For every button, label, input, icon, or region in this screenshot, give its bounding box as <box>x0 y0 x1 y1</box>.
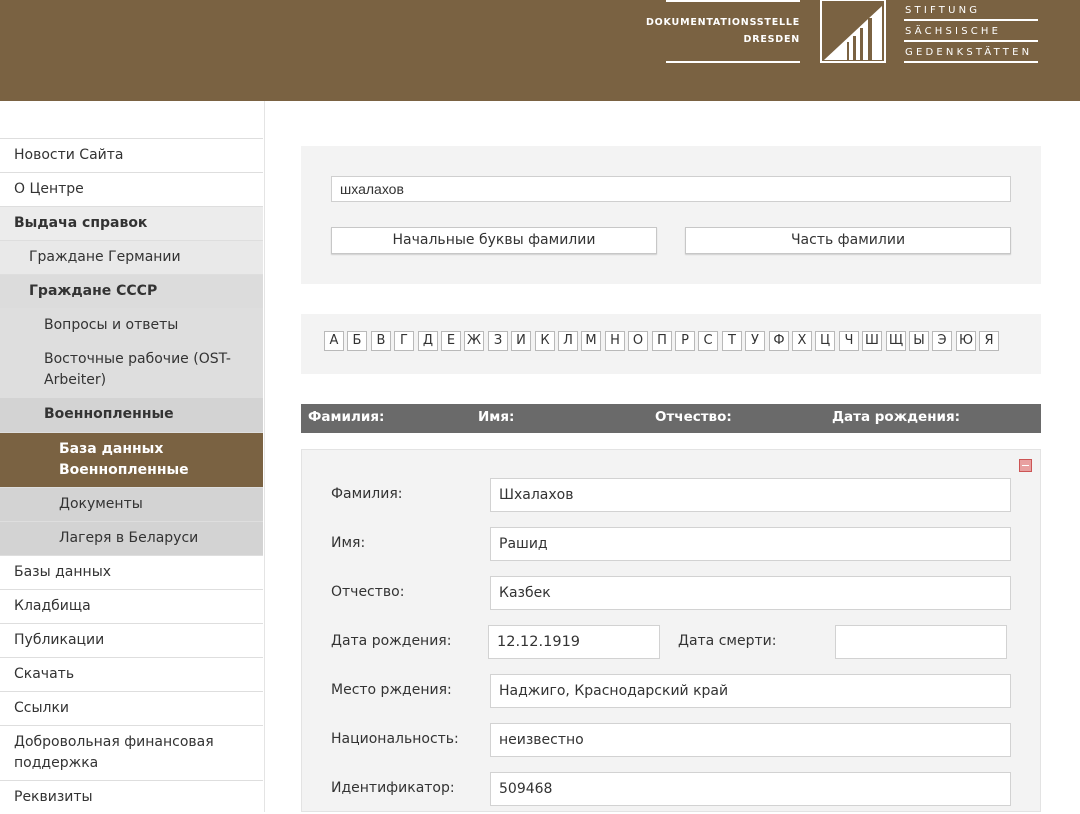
alphabet-letter-button[interactable]: М <box>581 331 601 351</box>
sidebar-item-databases[interactable]: Базы данных <box>0 555 263 589</box>
identifier-label: Идентификатор: <box>331 780 455 796</box>
surname-value: Шхалахов <box>490 478 1011 512</box>
alphabet-letter-button[interactable]: Х <box>792 331 812 351</box>
logo-rule <box>666 0 800 2</box>
alphabet-letter-button[interactable]: У <box>745 331 765 351</box>
alphabet-letter-button[interactable]: Н <box>605 331 625 351</box>
col-surname: Фамилия: <box>308 409 385 425</box>
alphabet-letter-button[interactable]: Ч <box>839 331 859 351</box>
alphabet-letter-button[interactable]: Р <box>675 331 695 351</box>
deathdate-label: Дата смерти: <box>678 633 777 649</box>
sidebar-item-downloads[interactable]: Скачать <box>0 657 263 691</box>
nationality-value: неизвестно <box>490 723 1011 757</box>
results-header: Фамилия: Имя: Отчество: Дата рождения: <box>301 404 1041 433</box>
alphabet-letter-button[interactable]: З <box>488 331 508 351</box>
alphabet-letter-button[interactable]: Г <box>394 331 414 351</box>
logo-rule <box>904 61 1038 63</box>
alphabet-letter-button[interactable]: С <box>698 331 718 351</box>
alphabet-letter-button[interactable]: Ж <box>464 331 484 351</box>
sidebar-item-about[interactable]: О Центре <box>0 172 263 206</box>
alphabet-letter-button[interactable]: Ф <box>769 331 789 351</box>
birthdate-label: Дата рождения: <box>331 633 452 649</box>
alphabet-letter-button[interactable]: Ы <box>909 331 929 351</box>
col-name: Имя: <box>478 409 515 425</box>
col-patronymic: Отчество: <box>655 409 732 425</box>
birthplace-value: Наджиго, Краснодарский край <box>490 674 1011 708</box>
alphabet-letter-button[interactable]: Я <box>979 331 999 351</box>
alphabet-letter-button[interactable]: О <box>628 331 648 351</box>
foundation-line1: STIFTUNG <box>905 5 981 16</box>
sidebar-item-certificates[interactable]: Выдача справок <box>0 206 263 240</box>
sidebar-item-donations[interactable]: Добровольная финансовая поддержка <box>0 725 263 780</box>
sidebar-item-belarus-camps[interactable]: Лагеря в Беларуси <box>0 521 263 555</box>
sidebar-item-links[interactable]: Ссылки <box>0 691 263 725</box>
sidebar-item-news[interactable]: Новости Сайта <box>0 138 263 172</box>
alphabet-letter-button[interactable]: Т <box>722 331 742 351</box>
foundation-line2: SÄCHSISCHE <box>905 26 1002 37</box>
sidebar-item-ussr-citizens[interactable]: Граждане СССР <box>0 274 263 308</box>
sidebar-item-documents[interactable]: Документы <box>0 487 263 521</box>
alphabet-letter-button[interactable]: Э <box>932 331 952 351</box>
alphabet-letter-button[interactable]: Б <box>347 331 367 351</box>
alphabet-letter-button[interactable]: Ц <box>815 331 835 351</box>
alphabet-letter-button[interactable]: Щ <box>886 331 906 351</box>
name-label: Имя: <box>331 535 366 551</box>
sidebar-item-publications[interactable]: Публикации <box>0 623 263 657</box>
foundation-line3: GEDENKSTÄTTEN <box>905 47 1033 58</box>
site-header: DOKUMENTATIONSSTELLE DRESDEN STIFTUNG SÄ… <box>0 0 1080 101</box>
col-birthdate: Дата рождения: <box>832 409 961 425</box>
logo-rule <box>666 61 800 63</box>
alphabet-letter-button[interactable]: Е <box>441 331 461 351</box>
collapse-icon[interactable] <box>1019 459 1032 472</box>
search-part-of-surname-button[interactable]: Часть фамилии <box>685 227 1011 254</box>
alphabet-letter-button[interactable]: К <box>535 331 555 351</box>
identifier-value: 509468 <box>490 772 1011 806</box>
search-initial-letters-button[interactable]: Начальные буквы фамилии <box>331 227 657 254</box>
birthplace-label: Место рждения: <box>331 682 452 698</box>
nationality-label: Национальность: <box>331 731 459 747</box>
alphabet-letter-button[interactable]: П <box>652 331 672 351</box>
birthdate-value: 12.12.1919 <box>488 625 660 659</box>
alphabet-letter-button[interactable]: В <box>371 331 391 351</box>
sidebar-item-cemeteries[interactable]: Кладбища <box>0 589 263 623</box>
patronymic-label: Отчество: <box>331 584 405 600</box>
alphabet-letter-button[interactable]: Ш <box>862 331 882 351</box>
name-value: Рашид <box>490 527 1011 561</box>
search-panel <box>301 146 1041 284</box>
patronymic-value: Казбек <box>490 576 1011 610</box>
doc-center-line1: DOKUMENTATIONSSTELLE <box>646 17 800 28</box>
alphabet-letter-button[interactable]: Ю <box>956 331 976 351</box>
sidebar-item-ost-arbeiter[interactable]: Восточные рабочие (OST-Arbeiter) <box>0 342 263 397</box>
alphabet-letter-button[interactable]: Д <box>418 331 438 351</box>
sidebar-item-bank-details[interactable]: Реквизиты <box>0 780 263 814</box>
sidebar-item-germany-citizens[interactable]: Граждане Германии <box>0 240 263 274</box>
surname-label: Фамилия: <box>331 486 403 502</box>
alphabet-letter-button[interactable]: А <box>324 331 344 351</box>
stiftung-logo-icon[interactable] <box>820 0 886 64</box>
doc-center-line2: DRESDEN <box>743 34 800 45</box>
sidebar-item-pow-database[interactable]: База данных Военнопленные <box>0 432 263 487</box>
alphabet-letter-button[interactable]: Л <box>558 331 578 351</box>
sidebar-item-pows[interactable]: Военнопленные <box>0 397 263 432</box>
deathdate-value <box>835 625 1007 659</box>
sidebar-item-faq[interactable]: Вопросы и ответы <box>0 308 263 342</box>
alphabet-letter-button[interactable]: И <box>511 331 531 351</box>
search-input[interactable] <box>331 176 1011 202</box>
sidebar-nav: Новости Сайта О Центре Выдача справок Гр… <box>0 101 265 814</box>
